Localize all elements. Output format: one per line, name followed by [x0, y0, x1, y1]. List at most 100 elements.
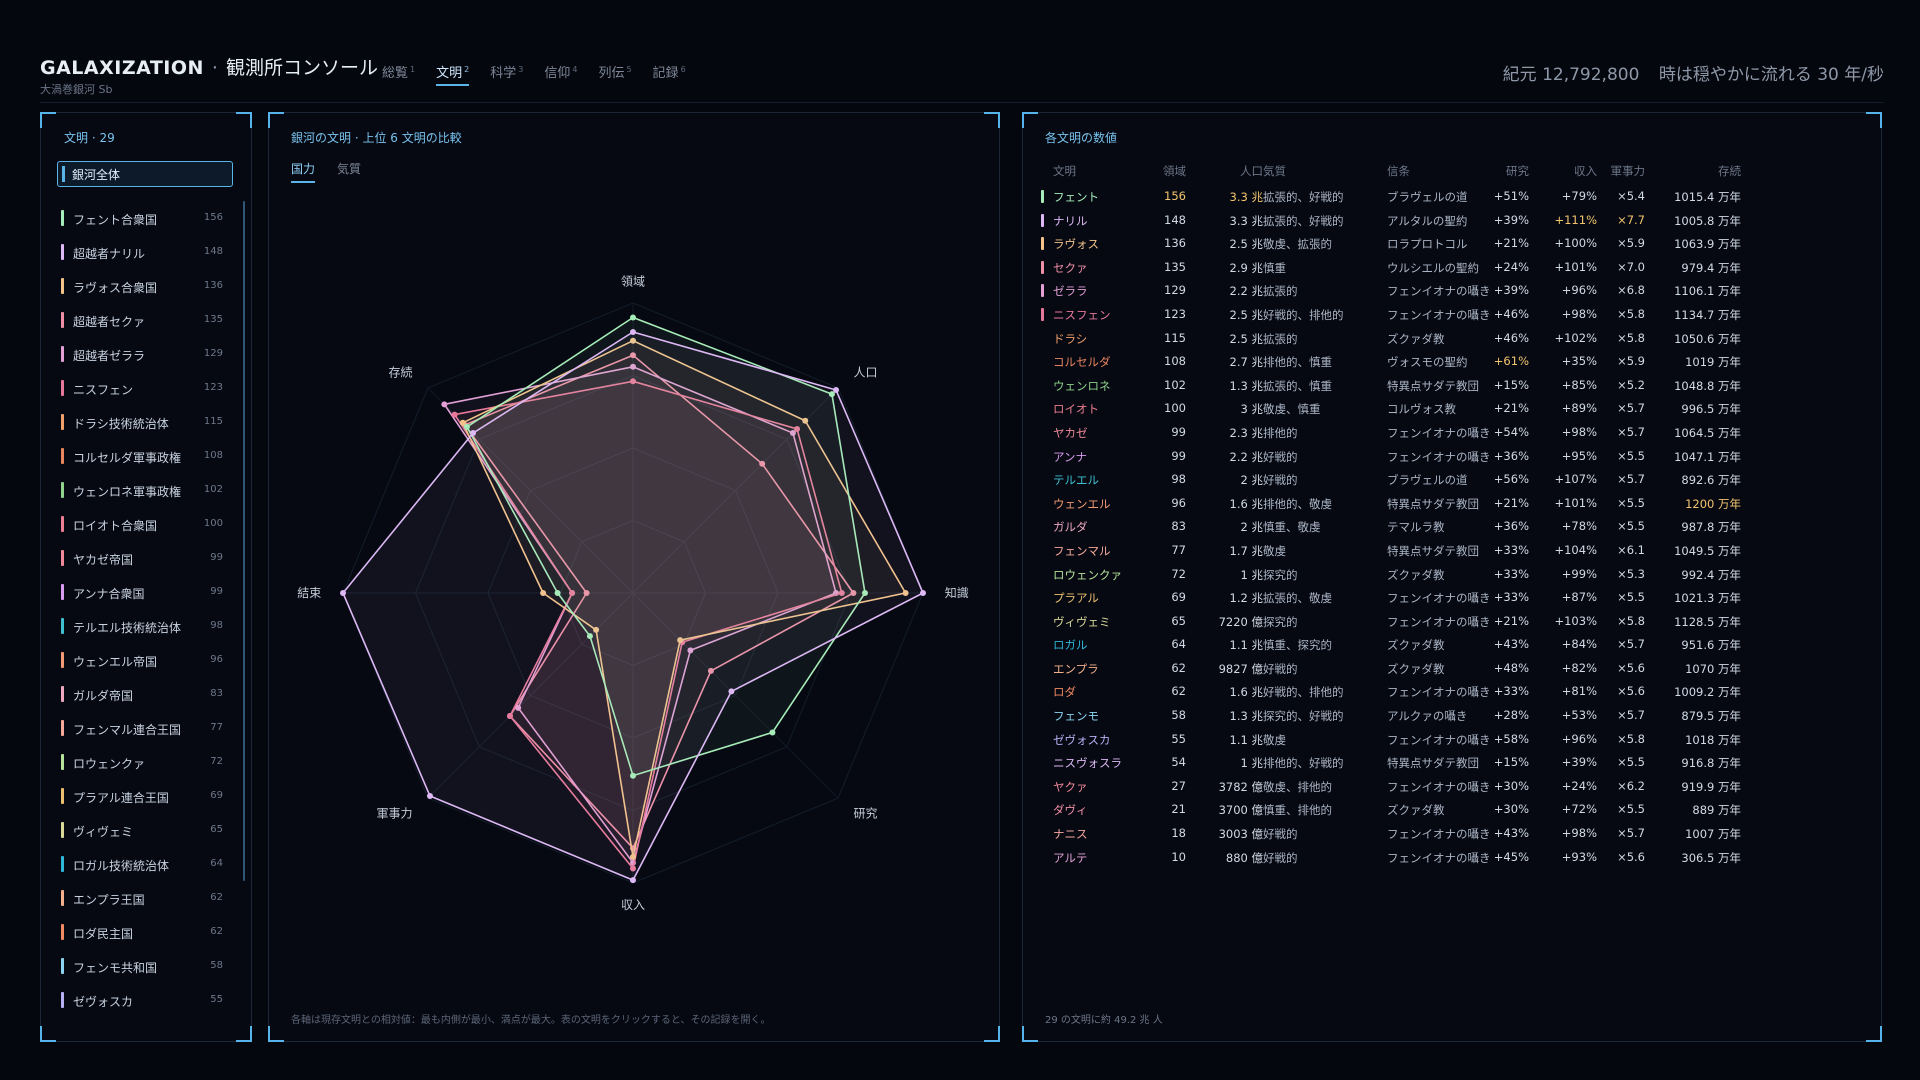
col-belief[interactable]: 信条: [1387, 163, 1410, 179]
civilization-list-item[interactable]: アンナ合衆国 99: [57, 575, 233, 609]
table-row[interactable]: ヤクァ 27 3782 億敬虔、排他的 フェンイオナの囁き +30% +24% ×6.2 91…: [1041, 775, 1861, 799]
table-row[interactable]: ガルダ 83 2 兆慎重、敬虔 テマルラ教 +36% +78% ×5.5 987.8 万年: [1041, 515, 1861, 539]
civilization-list-item[interactable]: ラヴォス合衆国 136: [57, 269, 233, 303]
cell-inc: +53%: [1561, 708, 1597, 723]
civilization-list-item[interactable]: ヴィヴェミ 65: [57, 813, 233, 847]
cell-pop: 1.6 兆: [1229, 685, 1263, 700]
table-row[interactable]: フェンモ 58 1.3 兆探究的、好戦的 アルクァの囁き +28% +53% ×5.7 879…: [1041, 704, 1861, 728]
cell-mil: ×5.8: [1617, 613, 1645, 628]
cell-temp: 排他的、敬虔: [1263, 496, 1332, 511]
table-row[interactable]: ラヴォス 136 2.5 兆敬虔、拡張的 ロラプロトコル +21% +100% ×5.9 10…: [1041, 232, 1861, 256]
table-row[interactable]: ニスフェン 123 2.5 兆好戦的、排他的 フェンイオナの囁き +46% +98% ×5.…: [1041, 303, 1861, 327]
table-row[interactable]: コルセルダ 108 2.7 兆排他的、慎重 ヴォスモの聖約 +61% +35% ×5.9 10…: [1041, 350, 1861, 374]
civilization-list-item[interactable]: ドラシ技術統治体 115: [57, 405, 233, 439]
civilization-name: 超越者セクァ: [73, 315, 146, 329]
civilization-list-item[interactable]: 超越者ナリル 148: [57, 235, 233, 269]
table-row[interactable]: ナニス 18 3003 億好戦的 フェンイオナの囁き +43% +98% ×5.7 1007 …: [1041, 822, 1861, 846]
table-row[interactable]: ニスヴォスラ 54 1 兆排他的、好戦的 特異点サダテ教団 +15% +39% ×5.5 91…: [1041, 751, 1861, 775]
cell-temp: 排他的: [1263, 425, 1298, 440]
table-row[interactable]: ウェンロネ 102 1.3 兆拡張的、慎重 特異点サダテ教団 +15% +85% ×5.2 1…: [1041, 374, 1861, 398]
col-military[interactable]: 軍事力: [1611, 163, 1646, 179]
row-color-bar: [1041, 260, 1044, 274]
civilization-list-item[interactable]: ヤカゼ帝国 99: [57, 541, 233, 575]
cell-belief: フェンイオナの囁き: [1387, 850, 1491, 865]
civilization-list-item[interactable]: フェンモ共和国 58: [57, 949, 233, 983]
cell-belief: フェンイオナの囁き: [1387, 307, 1491, 322]
civilization-color-bar: [61, 550, 64, 566]
table-row[interactable]: プラアル 69 1.2 兆拡張的、敬虔 フェンイオナの囁き +33% +87% ×5.5 10…: [1041, 586, 1861, 610]
table-row[interactable]: ヴィヴェミ 65 7220 億探究的 フェンイオナの囁き +21% +103% ×5.8 11…: [1041, 610, 1861, 634]
col-territory[interactable]: 領域: [1163, 163, 1186, 179]
cell-terr: 102: [1164, 377, 1186, 392]
col-research[interactable]: 研究: [1506, 163, 1529, 179]
civilization-list-item[interactable]: 超越者ゼララ 129: [57, 337, 233, 371]
table-row[interactable]: ロガル 64 1.1 兆慎重、探究的 ズクァダ教 +43% +84% ×5.7 951.6 万…: [1041, 633, 1861, 657]
civilization-list-item[interactable]: フェント合衆国 156: [57, 201, 233, 235]
table-row[interactable]: フェント 156 3.3 兆拡張的、好戦的 ブラヴェルの道 +51% +79% ×5.4 10…: [1041, 185, 1861, 209]
civilization-list-scrollbar[interactable]: [243, 201, 245, 881]
cell-pop: 2.3 兆: [1229, 425, 1263, 440]
cell-terr: 10: [1171, 849, 1186, 864]
table-row[interactable]: ダヴィ 21 3700 億慎重、排他的 ズクァダ教 +30% +72% ×5.5 889 万年: [1041, 798, 1861, 822]
table-row[interactable]: ドラシ 115 2.5 兆拡張的 ズクァダ教 +46% +102% ×5.8 1050.6 万…: [1041, 327, 1861, 351]
tab-4[interactable]: 列伝 5: [598, 62, 631, 86]
col-survival[interactable]: 存続: [1718, 163, 1741, 179]
civilization-list-item[interactable]: ロイオト合衆国 100: [57, 507, 233, 541]
civilization-list-item[interactable]: ウェンロネ軍事政権 102: [57, 473, 233, 507]
table-row[interactable]: ヤカゼ 99 2.3 兆排他的 フェンイオナの囁き +54% +98% ×5.7 1064.5…: [1041, 421, 1861, 445]
col-income[interactable]: 収入: [1574, 163, 1597, 179]
civilization-list-item[interactable]: 超越者セクァ 135: [57, 303, 233, 337]
tab-1[interactable]: 文明 2: [436, 62, 470, 86]
cell-surv: 879.5 万年: [1681, 709, 1741, 724]
col-name[interactable]: 文明: [1053, 163, 1076, 179]
table-row[interactable]: ロダ 62 1.6 兆好戦的、排他的 フェンイオナの囁き +33% +81% ×5.6 100…: [1041, 680, 1861, 704]
cell-surv: 1049.5 万年: [1674, 543, 1741, 558]
civilization-list-item[interactable]: ウェンエル帝国 96: [57, 643, 233, 677]
civilization-list-item[interactable]: ゼヴォスカ 55: [57, 983, 233, 1017]
table-row[interactable]: アルテ 10 880 億好戦的 フェンイオナの囁き +45% +93% ×5.6 306.5 …: [1041, 846, 1861, 870]
cell-pop: 2.5 兆: [1229, 237, 1263, 252]
col-temperament[interactable]: 気質: [1263, 163, 1286, 179]
civilization-list-item[interactable]: ロダ民主国 62: [57, 915, 233, 949]
col-population[interactable]: 人口: [1240, 163, 1263, 179]
civilization-list-item[interactable]: プラアル連合王国 69: [57, 779, 233, 813]
radar-point: [728, 688, 735, 695]
radar-tab-0[interactable]: 国力: [291, 160, 316, 183]
table-row[interactable]: ロイオト 100 3 兆敬虔、慎重 コルヴォス教 +21% +89% ×5.7 996.5 万…: [1041, 397, 1861, 421]
civilization-list-item[interactable]: ロガル技術統治体 64: [57, 847, 233, 881]
table-row[interactable]: セクァ 135 2.9 兆慎重 ウルシエルの聖約 +24% +101% ×7.0 979.4 …: [1041, 256, 1861, 280]
table-row[interactable]: ゼララ 129 2.2 兆拡張的 フェンイオナの囁き +39% +96% ×6.8 1106.…: [1041, 279, 1861, 303]
main-tabs: 総覧 1 文明 2 科学 3 信仰 4 列伝 5 記録 6: [382, 62, 686, 86]
tab-5[interactable]: 記録 6: [653, 62, 686, 86]
civilization-territory: 55: [210, 994, 223, 1005]
civilization-list-item[interactable]: コルセルダ軍事政権 108: [57, 439, 233, 473]
table-row[interactable]: ゼヴォスカ 55 1.1 兆敬虔 フェンイオナの囁き +58% +96% ×5.8 1018 …: [1041, 728, 1861, 752]
tab-2[interactable]: 科学 3: [490, 62, 523, 86]
civilization-list-item[interactable]: ガルダ帝国 83: [57, 677, 233, 711]
tab-0[interactable]: 総覧 1: [382, 62, 415, 86]
table-row[interactable]: ウェンエル 96 1.6 兆排他的、敬虔 特異点サダテ教団 +21% +101% ×5.5 1…: [1041, 492, 1861, 516]
cell-temp: 好戦的: [1263, 449, 1298, 464]
table-row[interactable]: ロウェンクァ 72 1 兆探究的 ズクァダ教 +33% +99% ×5.3 992.4 万年: [1041, 563, 1861, 587]
cell-surv: 1009.2 万年: [1674, 685, 1741, 700]
civilization-list-item[interactable]: フェンマル連合王国 77: [57, 711, 233, 745]
galaxy-all-button[interactable]: 銀河全体: [57, 161, 233, 187]
table-row[interactable]: フェンマル 77 1.7 兆敬虔 特異点サダテ教団 +33% +104% ×6.1 1049.…: [1041, 539, 1861, 563]
table-row[interactable]: テルエル 98 2 兆好戦的 ブラヴェルの道 +56% +107% ×5.7 892.6 万年: [1041, 468, 1861, 492]
civilization-list-item[interactable]: ロウェンクァ 72: [57, 745, 233, 779]
cell-inc: +100%: [1554, 236, 1597, 251]
civilization-list-item[interactable]: ニスフェン 123: [57, 371, 233, 405]
tab-3[interactable]: 信仰 4: [544, 62, 577, 86]
civilization-list-item[interactable]: テルエル技術統治体 98: [57, 609, 233, 643]
cell-belief: フェンイオナの囁き: [1387, 284, 1491, 299]
table-row[interactable]: ナリル 148 3.3 兆拡張的、好戦的 アルタルの聖約 +39% +111% ×7.7 10…: [1041, 209, 1861, 233]
table-row[interactable]: アンナ 99 2.2 兆好戦的 フェンイオナの囁き +36% +95% ×5.5 1047.1…: [1041, 445, 1861, 469]
cell-temp: 探究的: [1263, 567, 1298, 582]
cell-temp: 拡張的、慎重: [1263, 378, 1332, 393]
radar-tab-1[interactable]: 気質: [337, 160, 361, 183]
civilization-name: ロウェンクァ: [73, 757, 146, 771]
radar-series-5[interactable]: [340, 329, 926, 884]
table-row[interactable]: エンプラ 62 9827 億好戦的 ズクァダ教 +48% +82% ×5.6 1070 万年: [1041, 657, 1861, 681]
civilization-name: ロガル技術統治体: [73, 859, 170, 873]
civilization-list-item[interactable]: エンプラ王国 62: [57, 881, 233, 915]
